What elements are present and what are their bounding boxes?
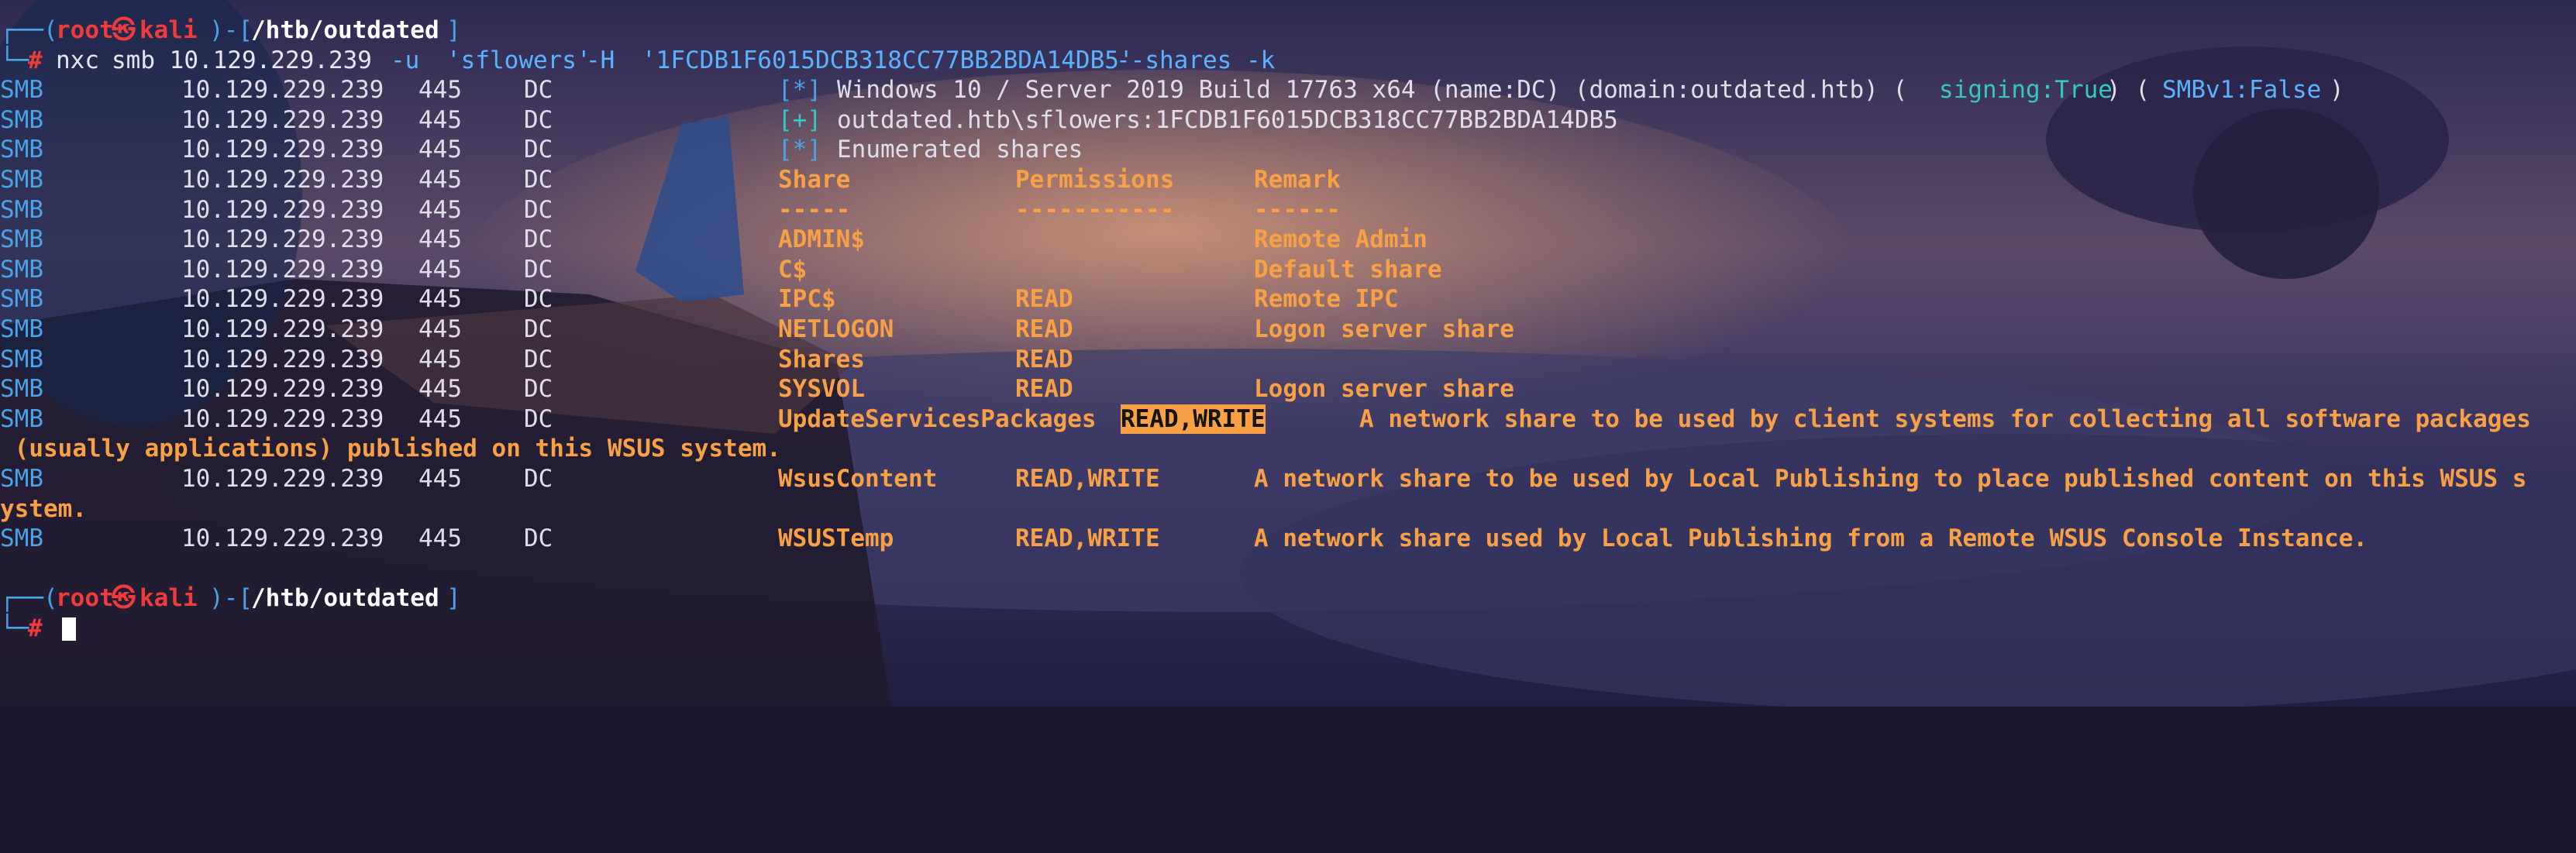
prompt-header: ┌──( root ㉿ kali )-[ /htb/outdated ] <box>0 584 461 613</box>
command-hash: '1FCDB1F6015DCB318CC77BB2BDA14DB5' <box>642 46 1134 74</box>
command-flags: --shares -k <box>1116 46 1276 74</box>
share-remark: A network share to be used by Local Publ… <box>1254 464 2527 493</box>
signing-status: signing:True <box>1939 76 2113 105</box>
share-row: SMB 10.129.229.239 445 DC C$ Default sha… <box>0 255 1442 284</box>
prompt-at-symbol: ㉿ <box>112 16 136 44</box>
share-remark: Remote Admin <box>1254 225 1427 254</box>
share-remark: Logon server share <box>1254 375 1514 404</box>
command-line: └─ # nxc smb 10.129.229.239 -u 'sflowers… <box>0 46 1276 74</box>
share-row-wrap: ystem. <box>0 494 2576 525</box>
share-row: SMB 10.129.229.239 445 DC Shares READ <box>0 345 1073 373</box>
share-row: SMB 10.129.229.239 445 DC WsusContent RE… <box>0 464 2527 493</box>
share-name: SYSVOL <box>778 375 865 404</box>
output-row: SMB 10.129.229.239 445 DC [*] Windows 10… <box>0 76 2344 105</box>
share-permission-highlighted: READ,WRITE <box>1121 404 1266 435</box>
os-info: Windows 10 / Server 2019 Build 17763 x64… <box>837 76 1908 105</box>
share-row: SMB 10.129.229.239 445 DC ADMIN$ Remote … <box>0 225 1427 254</box>
share-remark-wrap: ystem. <box>0 494 87 523</box>
shares-header-row: SMB 10.129.229.239 445 DC Share Permissi… <box>0 165 1341 194</box>
status-marker-info: [*] <box>778 76 821 105</box>
share-name: IPC$ <box>778 285 836 314</box>
header-remark: Remark <box>1254 165 1341 194</box>
share-remark-wrap: (usually applications) published on this… <box>0 435 781 463</box>
share-permission: READ,WRITE <box>1015 525 1160 553</box>
header-share: Share <box>778 165 851 194</box>
command-tool: nxc <box>56 46 99 74</box>
share-remark: A network share to be used by client sys… <box>1359 404 2531 433</box>
terminal-cursor[interactable] <box>62 614 76 644</box>
share-permission: READ,WRITE <box>1015 464 1160 493</box>
prompt-host: kali <box>139 16 198 44</box>
smbv1-status: SMBv1:False <box>2162 76 2322 105</box>
input-line[interactable]: └─ # <box>0 614 2576 644</box>
share-row: SMB 10.129.229.239 445 DC IPC$ READ Remo… <box>0 285 1399 314</box>
share-row: SMB 10.129.229.239 445 DC SYSVOL READ Lo… <box>0 375 1514 404</box>
share-remark: Logon server share <box>1254 315 1514 343</box>
share-row: SMB 10.129.229.239 445 DC WSUSTemp READ,… <box>0 525 2368 553</box>
command-flag-h: -H <box>586 46 615 74</box>
share-permission: READ <box>1015 345 1073 373</box>
share-permission: READ <box>1015 315 1073 343</box>
auth-result: outdated.htb\sflowers:1FCDB1F6015DCB318C… <box>837 105 1618 134</box>
header-permissions: Permissions <box>1015 165 1175 194</box>
status-marker-success: [+] <box>778 105 821 134</box>
share-row: SMB 10.129.229.239 445 DC UpdateServices… <box>0 404 2531 435</box>
share-permission: READ <box>1015 285 1073 314</box>
command-username: 'sflowers' <box>446 46 591 74</box>
status-marker-info: [*] <box>778 136 821 164</box>
prompt-path: /htb/outdated <box>251 16 439 44</box>
output-row: SMB 10.129.229.239 445 DC [*] Enumerated… <box>0 136 1083 164</box>
terminal-output: ┌──( root ㉿ kali )-[ /htb/outdated ] └─ … <box>0 15 2576 643</box>
share-remark: A network share used by Local Publishing… <box>1254 525 2368 553</box>
share-name: ADMIN$ <box>778 225 865 254</box>
share-name: NETLOGON <box>778 315 894 343</box>
share-permission: READ <box>1015 375 1073 404</box>
share-name: WsusContent <box>778 464 938 493</box>
prompt-user: root <box>56 16 114 44</box>
share-remark: Default share <box>1254 255 1442 284</box>
prompt-symbol: # <box>28 46 43 74</box>
share-name: Shares <box>778 345 865 373</box>
share-name: UpdateServicesPackages <box>778 404 1097 433</box>
shares-divider-row: SMB 10.129.229.239 445 DC ----- --------… <box>0 195 1341 224</box>
output-row: SMB 10.129.229.239 445 DC [+] outdated.h… <box>0 105 1618 134</box>
command-args: smb 10.129.229.239 <box>112 46 372 74</box>
share-name: C$ <box>778 255 808 284</box>
share-name: WSUSTemp <box>778 525 894 553</box>
share-row: SMB 10.129.229.239 445 DC NETLOGON READ … <box>0 315 1514 343</box>
share-remark: Remote IPC <box>1254 285 1399 314</box>
enumerated-message: Enumerated shares <box>837 136 1083 164</box>
command-flag-u: -u <box>391 46 420 74</box>
prompt-header: ┌──( root ㉿ kali )-[ /htb/outdated ] <box>0 16 461 44</box>
share-row-wrap: (usually applications) published on this… <box>0 434 2576 464</box>
